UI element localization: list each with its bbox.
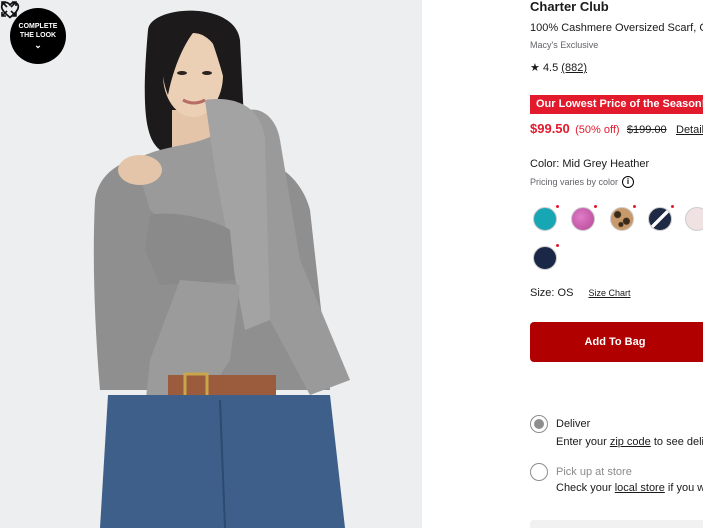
pickup-radio[interactable] [530, 463, 548, 481]
swatch-magenta[interactable] [571, 205, 597, 231]
original-price: $199.00 [626, 124, 667, 136]
swatch-blush[interactable] [685, 207, 703, 231]
product-image[interactable]: COMPLETE THE LOOK ⌄ [0, 0, 422, 528]
zip-code-link[interactable]: zip code [610, 436, 651, 448]
details-link[interactable]: Details [676, 124, 703, 136]
expand-icon[interactable] [0, 0, 18, 18]
info-icon[interactable]: i [622, 176, 635, 188]
swatch-dot [633, 205, 636, 208]
swatch-dot [671, 205, 674, 208]
size-label: Size: OS [530, 287, 574, 299]
pickup-suffix: if you want to pick up [667, 482, 703, 494]
rating-row: ★ 4.5 (882) [530, 61, 587, 74]
rating-value: 4.5 [542, 62, 559, 74]
model-photo [0, 0, 422, 528]
complete-look-line1: COMPLETE [18, 23, 58, 30]
chevron-down-icon: ⌄ [34, 40, 42, 50]
pickup-title: Pick up at store [556, 466, 632, 478]
local-store-link[interactable]: local store [615, 482, 665, 494]
complete-look-line2: THE LOOK [19, 32, 57, 39]
deliver-radio[interactable] [530, 415, 548, 433]
promo-banner: Our Lowest Price of the Season! [530, 95, 703, 114]
add-to-bag-button[interactable]: Add To Bag [530, 322, 703, 362]
swatch-navy[interactable] [533, 244, 559, 270]
pricing-note-text: Pricing varies by color [530, 177, 619, 187]
product-title: 100% Cashmere Oversized Scarf, Created f… [530, 22, 703, 34]
star-icon: ★ [530, 62, 540, 74]
swatch-leopard[interactable] [610, 205, 636, 231]
color-label: Color: Mid Grey Heather [530, 158, 650, 170]
discount-percent: (50% off) [575, 124, 620, 136]
swatch-dot [556, 205, 559, 208]
deliver-subtext: Enter your zip code to see delivery opti… [556, 436, 703, 448]
size-chart-link[interactable]: Size Chart [588, 288, 630, 298]
deliver-suffix: to see delivery options [653, 436, 703, 448]
swatch-teal[interactable] [533, 205, 559, 231]
price-row: $99.50 (50% off) $199.00 Details [530, 121, 703, 136]
swatch-navy-stripe[interactable] [648, 205, 674, 231]
exclusive-label: Macy's Exclusive [530, 40, 599, 50]
pricing-note: Pricing varies by color i [530, 176, 635, 188]
review-count-link[interactable]: (882) [561, 62, 587, 74]
swatch-dot [594, 205, 597, 208]
sale-price: $99.50 [530, 121, 570, 136]
bottom-panel-edge [530, 520, 703, 528]
swatch-dot [556, 244, 559, 247]
size-row: Size: OS Size Chart [530, 287, 631, 299]
brand-name[interactable]: Charter Club [530, 0, 609, 14]
pickup-prefix: Check your [556, 482, 615, 494]
pickup-subtext: Check your local store if you want to pi… [556, 482, 703, 494]
deliver-prefix: Enter your [556, 436, 610, 448]
product-info-panel: Charter Club 100% Cashmere Oversized Sca… [530, 0, 703, 528]
deliver-title: Deliver [556, 418, 591, 430]
